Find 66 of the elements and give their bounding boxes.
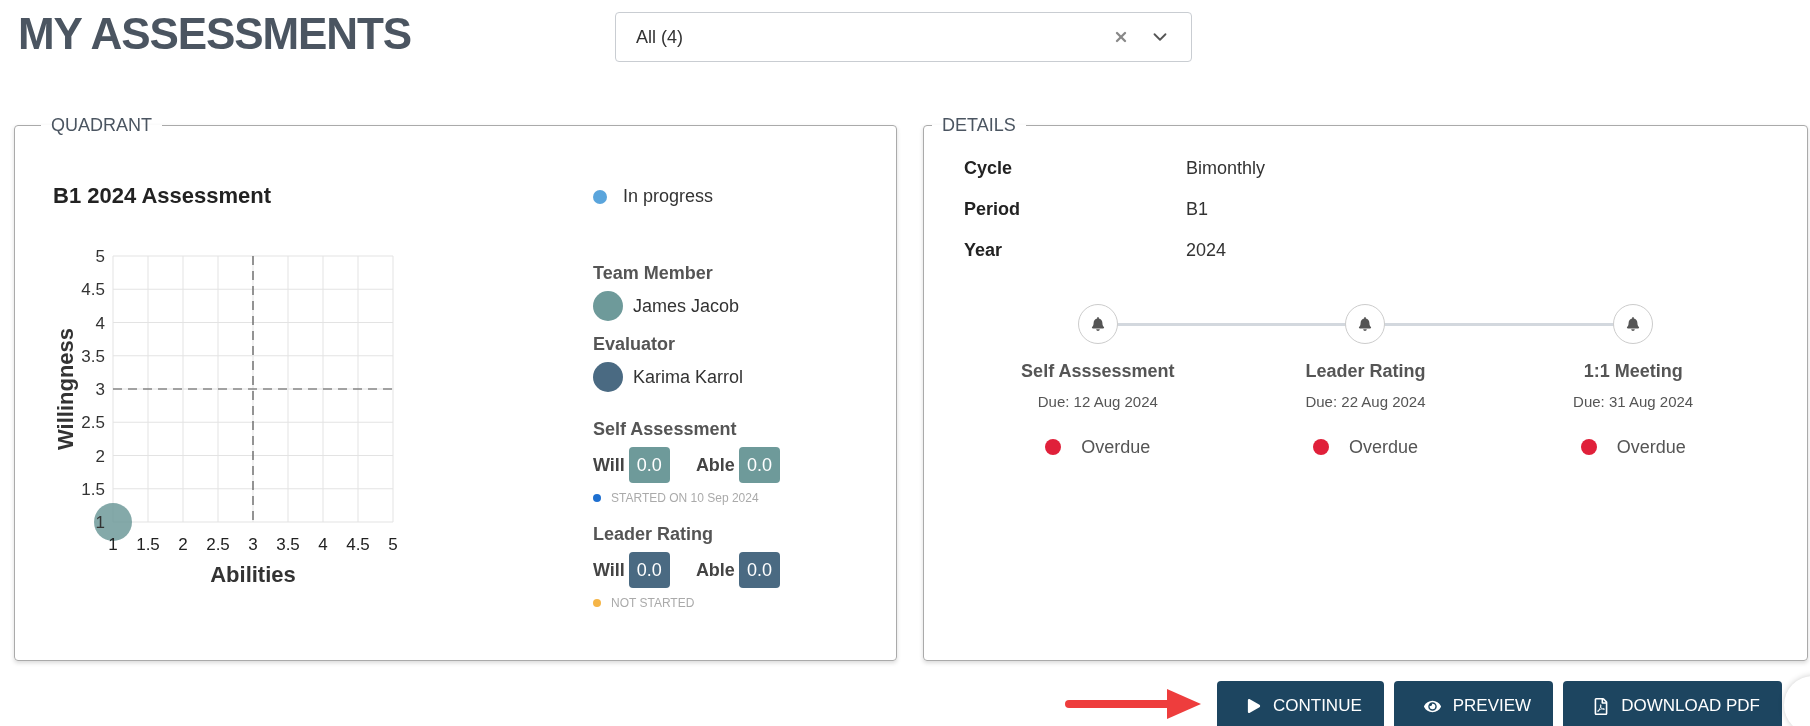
tick-label: 2 <box>95 446 105 466</box>
page-title: MY ASSESSMENTS <box>18 8 412 60</box>
tick-label: 3 <box>95 380 105 399</box>
filter-dropdown[interactable]: All (4) <box>615 12 1192 62</box>
bell-icon <box>1358 317 1373 331</box>
tick-label: 4 <box>318 535 328 554</box>
detail-label: Period <box>964 198 1021 221</box>
detail-label: Cycle <box>964 157 1014 180</box>
tick-label: 5 <box>95 247 105 266</box>
detail-label: Year <box>964 239 1004 262</box>
panel-title: DETAILS <box>941 114 1017 137</box>
tick-label: 3.5 <box>276 535 300 554</box>
bell-icon <box>1626 317 1641 331</box>
clear-icon[interactable] <box>1113 29 1129 45</box>
rating-status: NOT STARTED <box>611 595 695 612</box>
rating-title: Leader Rating <box>593 523 714 546</box>
score-badge: 0.0 <box>738 447 780 483</box>
able-label: Able <box>695 453 735 477</box>
score-badge: 0.0 <box>628 447 670 483</box>
tick-label: 3 <box>248 535 258 554</box>
role-label: Evaluator <box>593 333 676 356</box>
step-title: Self Asssessment <box>1021 360 1175 383</box>
score-badge: 0.0 <box>628 552 670 588</box>
tick-label: 3.5 <box>81 346 105 366</box>
tick-label: 1.5 <box>136 535 160 554</box>
panel-title: QUADRANT <box>50 114 153 137</box>
tick-label: 5 <box>388 535 398 554</box>
detail-value: Bimonthly <box>1186 157 1266 180</box>
rating-title: Self Assessment <box>593 418 737 441</box>
detail-value: 2024 <box>1186 239 1227 262</box>
step-status: Overdue <box>1081 435 1151 459</box>
score-badge: 0.0 <box>738 552 780 588</box>
step-title: Leader Rating <box>1305 360 1426 383</box>
tick-label: 2 <box>178 535 188 554</box>
person-name: James Jacob <box>633 294 740 318</box>
axis-title: Willingness <box>53 328 78 450</box>
action-button[interactable]: PREVIEW <box>1393 681 1554 726</box>
bell-icon <box>1090 317 1105 331</box>
person-name: Karima Karrol <box>633 365 744 389</box>
status-label: In progress <box>623 185 714 208</box>
due-date: Due: 31 Aug 2024 <box>1573 392 1694 412</box>
tick-label: 1 <box>95 513 105 532</box>
due-date: Due: 22 Aug 2024 <box>1305 392 1426 412</box>
will-label: Will <box>593 558 625 582</box>
axis-title: Abilities <box>210 562 296 587</box>
action-button[interactable]: DOWNLOAD PDF <box>1563 681 1782 726</box>
will-label: Will <box>593 453 625 477</box>
tick-label: 4.5 <box>81 280 105 300</box>
tick-label: 2.5 <box>206 535 230 554</box>
role-label: Team Member <box>593 262 713 285</box>
step-title: 1:1 Meeting <box>1583 360 1683 383</box>
assessment-title: B1 2024 Assessment <box>53 182 272 210</box>
action-button[interactable]: CONTINUE <box>1216 681 1384 726</box>
tick-label: 2.5 <box>81 413 105 433</box>
rating-status: STARTED ON 10 Sep 2024 <box>611 490 759 507</box>
tick-label: 4 <box>95 313 105 333</box>
tick-label: 1.5 <box>81 479 105 499</box>
detail-value: B1 <box>1186 198 1209 221</box>
tick-label: 4.5 <box>346 535 370 554</box>
tick-label: 1 <box>108 535 118 554</box>
step-status: Overdue <box>1616 435 1686 459</box>
able-label: Able <box>695 558 735 582</box>
due-date: Due: 12 Aug 2024 <box>1037 392 1158 412</box>
step-status: Overdue <box>1348 435 1418 459</box>
play-icon <box>1246 699 1261 713</box>
pdf-file-icon <box>1593 697 1610 715</box>
